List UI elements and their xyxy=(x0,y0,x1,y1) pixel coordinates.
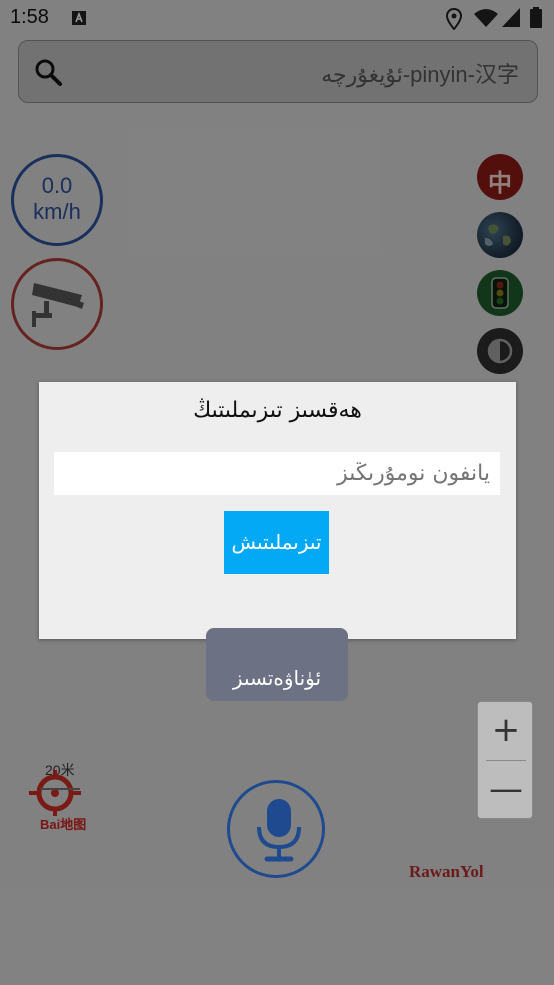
zoom-control: + — xyxy=(477,701,533,819)
phone-number-input[interactable] xyxy=(54,452,500,495)
microphone-icon xyxy=(257,799,301,862)
dialog-title: ھەقسىز تىزىملىتىڭ xyxy=(193,398,362,423)
voice-input-button[interactable] xyxy=(227,780,325,878)
register-button[interactable]: تىزىملىتىش xyxy=(224,511,329,574)
cancel-button[interactable]: ئۈناۋەتسىز xyxy=(206,628,348,701)
baidu-map-logo: Bai地图 xyxy=(40,817,87,832)
zoom-out-button[interactable]: — xyxy=(478,761,534,819)
brand-logo: RawanYol xyxy=(409,862,484,881)
map-scale-bar xyxy=(40,788,80,790)
zoom-in-button[interactable]: + xyxy=(478,702,534,760)
registration-dialog: ھەقسىز تىزىملىتىڭ تىزىملىتىش xyxy=(39,382,516,639)
locate-icon[interactable] xyxy=(29,770,81,816)
